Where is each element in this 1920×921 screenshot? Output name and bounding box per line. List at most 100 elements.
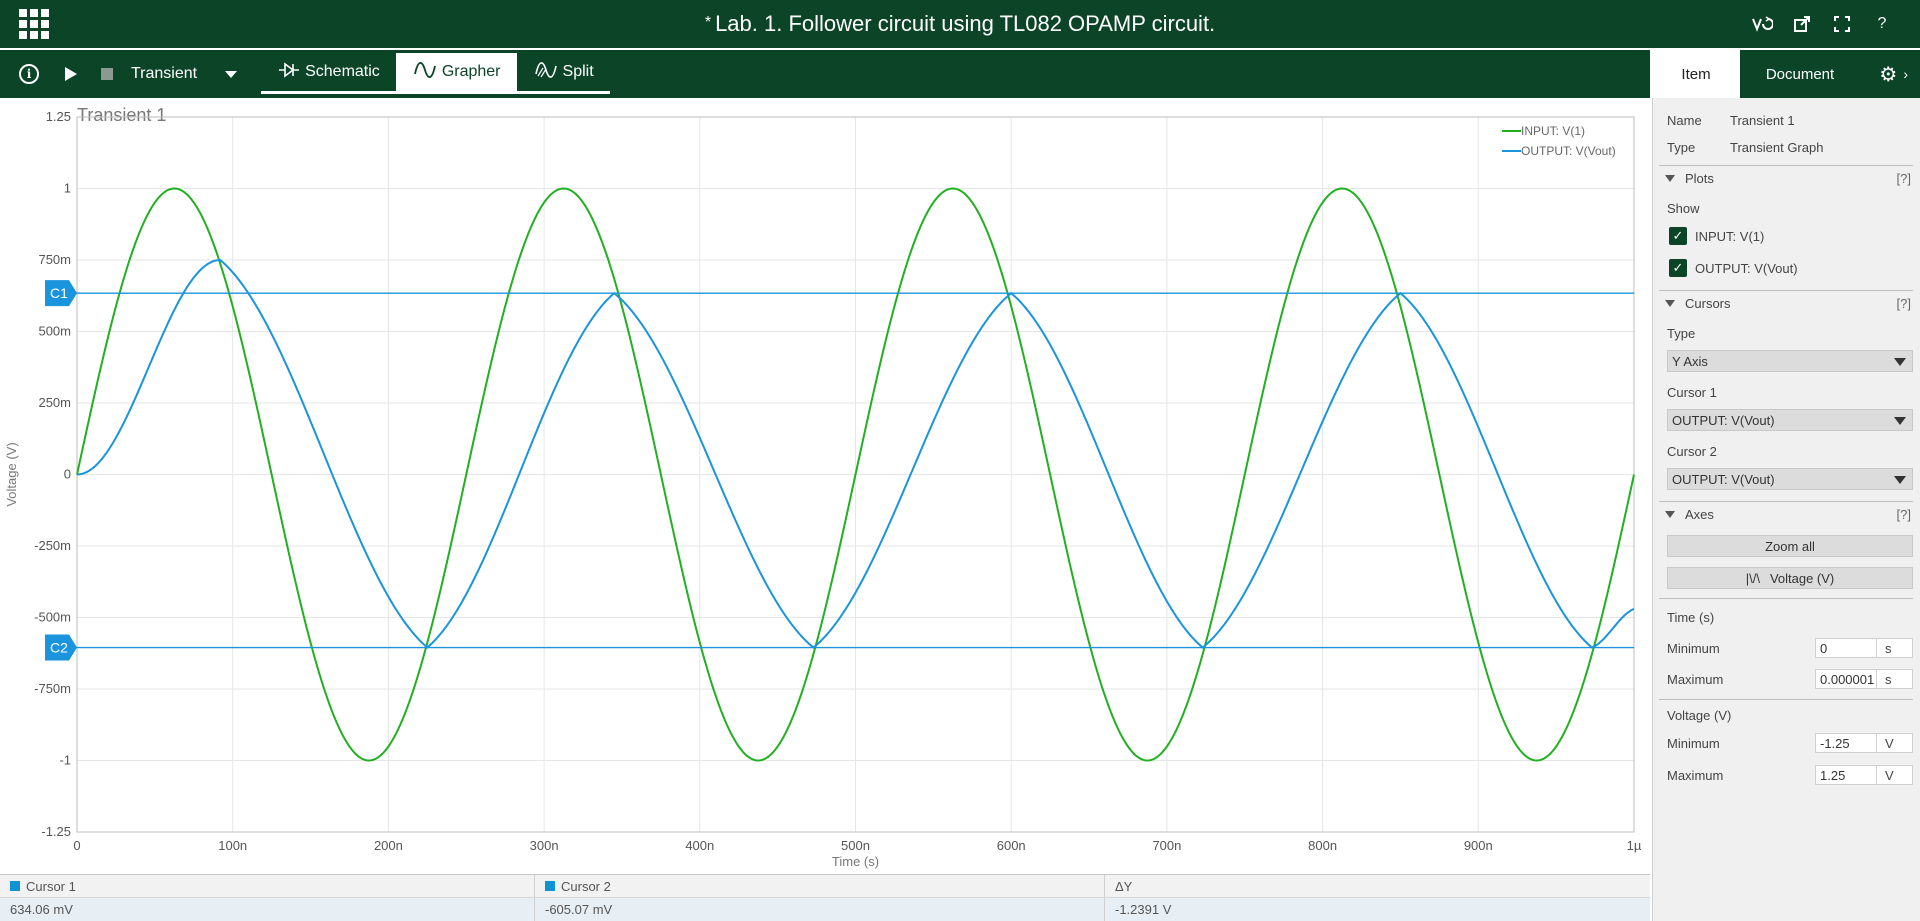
grid-icon: [19, 9, 49, 39]
cursor2-value: -605.07 mV: [535, 898, 1105, 921]
stop-button[interactable]: [89, 50, 125, 98]
tab-schematic[interactable]: Schematic: [261, 53, 396, 94]
cursor-badge-label: C2: [50, 640, 68, 656]
tab-schematic-label: Schematic: [305, 63, 380, 80]
tab-split[interactable]: Split: [516, 53, 610, 94]
y-tick-label: -1: [59, 753, 71, 768]
legend-label: INPUT: V(1): [1521, 124, 1585, 138]
legend[interactable]: INPUT: V(1) OUTPUT: V(Vout): [1502, 124, 1616, 158]
document-title: * Lab. 1. Follower circuit using TL082 OP…: [0, 11, 1920, 37]
checkbox-checked-icon[interactable]: ✓: [1669, 227, 1687, 245]
voltage-max-unit: V: [1877, 765, 1913, 785]
plot-toggle-output[interactable]: ✓ OUTPUT: V(Vout): [1669, 259, 1798, 277]
gear-icon: ⚙: [1879, 63, 1898, 86]
cursor1-select-value: OUTPUT: V(Vout): [1672, 412, 1775, 428]
stop-icon: [101, 68, 113, 80]
y-tick-label: 500m: [38, 324, 71, 339]
cursor2-color-swatch: [545, 881, 555, 891]
plots-section-title: Plots: [1685, 171, 1714, 186]
external-link-icon[interactable]: [1782, 0, 1822, 48]
simulate-icon[interactable]: [1742, 0, 1782, 48]
tab-document[interactable]: Document: [1740, 50, 1860, 98]
chevron-down-icon: [1894, 358, 1906, 366]
transient-graph[interactable]: Transient 1 1.25 1 750m 500m 250m 0 -250m -500m…: [0, 98, 1650, 876]
voltage-max-input[interactable]: [1815, 765, 1877, 785]
y-tick-label: 0: [64, 467, 71, 482]
time-max-input[interactable]: [1815, 669, 1877, 689]
properties-panel: Name Transient 1 Type Transient Graph Plot…: [1652, 98, 1920, 921]
zoom-all-button[interactable]: Zoom all: [1667, 535, 1913, 557]
tab-item[interactable]: Item: [1652, 50, 1740, 98]
x-tick-label: 800n: [1308, 838, 1337, 853]
cursor-badge-1[interactable]: C1: [45, 280, 77, 307]
delta-y-value: -1.2391 V: [1115, 902, 1172, 917]
voltage-axis-button[interactable]: |\/\ Voltage (V): [1667, 567, 1913, 589]
play-icon: [65, 67, 77, 81]
plots-help-link[interactable]: [?]: [1897, 171, 1911, 186]
cursors-section-title: Cursors: [1685, 296, 1731, 311]
apps-menu-button[interactable]: [0, 0, 68, 48]
settings-button[interactable]: ⚙ ›: [1860, 50, 1920, 98]
delta-y-header: ΔY: [1115, 878, 1133, 894]
cursor2-select[interactable]: OUTPUT: V(Vout): [1667, 468, 1913, 490]
x-tick-label: 900n: [1464, 838, 1493, 853]
time-min-input[interactable]: [1815, 638, 1877, 658]
cursor1-select[interactable]: OUTPUT: V(Vout): [1667, 409, 1913, 431]
simulation-select[interactable]: Transient: [125, 50, 247, 98]
modified-marker: *: [704, 14, 712, 31]
graph-title: Transient 1: [77, 105, 166, 125]
plots-section-header[interactable]: Plots [?]: [1659, 165, 1913, 191]
y-tick-label: -1.25: [41, 824, 71, 839]
fullscreen-icon[interactable]: [1822, 0, 1862, 48]
plot-toggle-output-label: OUTPUT: V(Vout): [1695, 260, 1798, 276]
tab-split-label: Split: [562, 63, 594, 80]
name-value: Transient 1: [1730, 112, 1795, 128]
cursor-badge-label: C1: [50, 285, 68, 301]
info-icon: i: [19, 64, 39, 84]
voltage-max-label: Maximum: [1667, 767, 1724, 783]
info-button[interactable]: i: [9, 50, 49, 98]
axes-section-header[interactable]: Axes [?]: [1659, 501, 1913, 527]
voltage-min-input[interactable]: [1815, 733, 1877, 753]
type-label: Type: [1667, 139, 1696, 155]
cursor1-header: Cursor 1: [0, 875, 535, 897]
voltage-axis-label: Voltage (V): [1667, 708, 1732, 723]
y-tick-label: -250m: [34, 538, 71, 553]
time-min-label: Minimum: [1667, 640, 1720, 656]
chevron-down-icon: [225, 70, 238, 78]
cursor1-value: 634.06 mV: [0, 898, 535, 921]
divider: [1659, 699, 1913, 700]
cursors-help-link[interactable]: [?]: [1897, 296, 1911, 311]
axes-help-link[interactable]: [?]: [1897, 507, 1911, 522]
run-button[interactable]: [49, 50, 89, 98]
help-icon[interactable]: ?: [1862, 0, 1902, 48]
tab-grapher-label: Grapher: [441, 63, 501, 80]
checkbox-checked-icon[interactable]: ✓: [1669, 259, 1687, 277]
cursor-type-select-value: Y Axis: [1672, 353, 1708, 369]
axes-section-title: Axes: [1685, 507, 1714, 522]
graph-area[interactable]: Transient 1 1.25 1 750m 500m 250m 0 -250m -500m…: [0, 98, 1650, 876]
tab-grapher[interactable]: Grapher: [395, 53, 517, 94]
name-label: Name: [1667, 112, 1702, 128]
x-tick-label: 400n: [685, 838, 714, 853]
cursor2-header: Cursor 2: [535, 875, 1105, 897]
cursor-type-select[interactable]: Y Axis: [1667, 350, 1913, 372]
x-tick-label: 700n: [1152, 838, 1181, 853]
voltage-min-unit: V: [1877, 733, 1913, 753]
x-tick-label: 0: [73, 838, 80, 853]
plot-toggle-input[interactable]: ✓ INPUT: V(1): [1669, 227, 1764, 245]
y-tick-label: 750m: [38, 252, 71, 267]
voltage-axis-button-label: Voltage (V): [1769, 570, 1835, 586]
x-tick-label: 600n: [997, 838, 1026, 853]
y-tick-label: 250m: [38, 395, 71, 410]
divider: [1659, 598, 1913, 599]
cursors-section-header[interactable]: Cursors [?]: [1659, 290, 1913, 316]
y-tick-label: 1.25: [46, 109, 71, 124]
cursor-badge-2[interactable]: C2: [45, 634, 77, 661]
cursor2-label: Cursor 2: [1667, 444, 1717, 459]
cursor-lines[interactable]: C1 C2: [45, 280, 1634, 661]
simulation-select-value: Transient: [131, 65, 198, 82]
panel-tabs: Item Document ⚙ ›: [1652, 50, 1920, 98]
chevron-down-icon: [1894, 476, 1906, 484]
collapse-triangle-icon: [1665, 300, 1675, 307]
